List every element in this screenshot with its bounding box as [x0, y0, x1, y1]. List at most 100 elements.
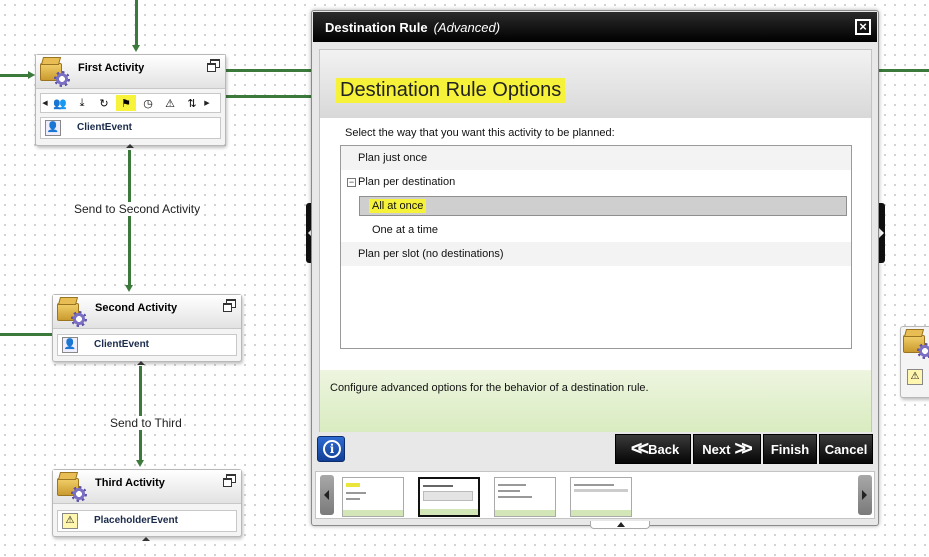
user-group-icon[interactable]: 👥 — [50, 95, 70, 111]
escalation-icon[interactable]: ⇅ — [182, 95, 202, 111]
chevron-right-icon: >> — [734, 438, 752, 460]
wizard-nav-bar: i << Back Next >> Finish Cancel — [315, 432, 875, 466]
finish-button[interactable]: Finish — [763, 434, 817, 464]
restore-icon[interactable] — [223, 299, 236, 312]
connector-arrow — [28, 71, 35, 79]
description-panel: Configure advanced options for the behav… — [320, 370, 871, 432]
activity-title: First Activity — [78, 62, 145, 74]
client-event-icon: 👤 — [45, 120, 61, 136]
connector-left-second — [0, 333, 52, 336]
dialog-title: Destination Rule (Advanced) — [325, 20, 500, 35]
event-row[interactable]: ⚠ PlaceholderEvent — [57, 510, 237, 532]
page-thumbnail-strip — [315, 471, 875, 519]
package-gear-icon — [57, 297, 87, 327]
toolbar-scroll-right-icon[interactable]: ▶ — [203, 99, 211, 107]
client-event-icon: 👤 — [62, 337, 78, 353]
info-button[interactable]: i — [317, 436, 345, 462]
connector-first-right — [226, 69, 312, 72]
event-label: PlaceholderEvent — [94, 515, 178, 526]
page-heading: Destination Rule Options — [336, 78, 566, 103]
activity-card-second[interactable]: Second Activity 👤 ClientEvent — [52, 294, 242, 362]
dialog-header-band: Destination Rule Options — [320, 50, 871, 118]
page-thumbnail-4[interactable] — [570, 477, 632, 517]
tree-item-label: Plan just once — [358, 152, 428, 164]
destination-rule-dialog: Destination Rule (Advanced) × Destination… — [311, 10, 879, 529]
event-row[interactable]: 👤 ClientEvent — [40, 117, 221, 139]
finish-label: Finish — [770, 441, 810, 457]
chevron-up-icon — [617, 522, 625, 527]
tree-item-one-at-a-time[interactable]: One at a time — [341, 218, 851, 242]
dialog-titlebar[interactable]: Destination Rule (Advanced) × — [313, 12, 877, 42]
download-icon[interactable]: ⤓ — [72, 95, 92, 111]
package-gear-icon — [903, 329, 929, 359]
connector-second-third — [139, 366, 142, 462]
tree-item-label: One at a time — [372, 224, 439, 236]
thumbnail-scroll-right-icon[interactable] — [858, 475, 872, 515]
expand-up-icon[interactable] — [137, 361, 145, 365]
tree-item-plan-once[interactable]: Plan just once — [341, 146, 851, 170]
cancel-button[interactable]: Cancel — [819, 434, 873, 464]
warning-icon[interactable]: ⚠ — [160, 95, 180, 111]
activity-card-header: Third Activity — [53, 470, 241, 504]
package-gear-icon — [40, 57, 70, 87]
activity-card-partial[interactable]: ⚠ — [900, 326, 929, 398]
activity-card-header: Second Activity — [53, 295, 241, 329]
connector-top-in — [135, 0, 138, 48]
placeholder-event-icon: ⚠ — [907, 369, 923, 385]
collapse-thumbnails-tab[interactable] — [590, 521, 650, 529]
connector-dialog-right — [879, 69, 929, 72]
connector-label-second: Send to Second Activity — [72, 202, 203, 216]
event-label: ClientEvent — [77, 122, 133, 133]
next-label: Next — [702, 441, 731, 457]
package-gear-icon — [57, 472, 87, 502]
dialog-title-subtitle: (Advanced) — [433, 20, 501, 35]
page-thumbnail-3[interactable] — [494, 477, 556, 517]
destination-rule-icon[interactable]: ⚑ — [116, 95, 136, 111]
activity-card-first[interactable]: First Activity ◀ 👥 ⤓ ↻ ⚑ ◷ ⚠ ⇅ ▶ 👤 Clien… — [35, 54, 226, 146]
connector-arrow — [132, 45, 140, 52]
thumbnail-scroll-left-icon[interactable] — [320, 475, 334, 515]
activity-card-third[interactable]: Third Activity ⚠ PlaceholderEvent — [52, 469, 242, 537]
collapse-icon[interactable]: − — [347, 178, 356, 187]
dialog-body: Destination Rule Options Select the way … — [319, 49, 872, 433]
activity-card-header: First Activity — [36, 55, 225, 89]
instruction-text: Select the way that you want this activi… — [345, 127, 615, 139]
activity-toolbar: ◀ 👥 ⤓ ↻ ⚑ ◷ ⚠ ⇅ ▶ — [40, 93, 221, 113]
back-label: Back — [648, 441, 680, 457]
connector-arrow — [125, 285, 133, 292]
tree-item-label: All at once — [369, 199, 427, 213]
wizard-buttons: << Back Next >> Finish Cancel — [615, 434, 873, 464]
description-text: Configure advanced options for the behav… — [330, 382, 649, 394]
placeholder-event-icon: ⚠ — [62, 513, 78, 529]
page-thumbnail-2[interactable] — [418, 477, 480, 517]
page-thumbnail-1[interactable] — [342, 477, 404, 517]
selected-row-highlight — [359, 196, 847, 216]
dialog-title-text: Destination Rule — [325, 20, 428, 35]
connector-first-second — [128, 150, 131, 288]
next-button[interactable]: Next >> — [693, 434, 761, 464]
refresh-icon[interactable]: ↻ — [94, 95, 114, 111]
connector-arrow — [136, 460, 144, 467]
tree-item-plan-per-slot[interactable]: Plan per slot (no destinations) — [341, 242, 851, 266]
activity-title: Second Activity — [95, 302, 178, 314]
event-label: ClientEvent — [94, 339, 150, 350]
connector-first-right-2 — [226, 95, 312, 98]
restore-icon[interactable] — [207, 59, 220, 72]
back-button[interactable]: << Back — [615, 434, 691, 464]
toolbar-scroll-left-icon[interactable]: ◀ — [41, 99, 49, 107]
tree-item-label: Plan per destination — [358, 176, 456, 188]
planning-options-tree: Plan just once − Plan per destination Al… — [340, 145, 852, 349]
tree-item-plan-per-destination[interactable]: − Plan per destination — [341, 170, 851, 194]
chevron-left-icon: << — [630, 438, 649, 460]
tree-item-all-at-once[interactable]: All at once — [341, 194, 851, 218]
connector-label-third: Send to Third — [108, 416, 184, 430]
expand-up-icon[interactable] — [142, 537, 150, 541]
connector-left-first — [0, 74, 30, 77]
clock-icon[interactable]: ◷ — [138, 95, 158, 111]
selected-option-text: All at once — [369, 199, 427, 213]
close-icon[interactable]: × — [855, 19, 871, 35]
event-row[interactable]: 👤 ClientEvent — [57, 334, 237, 356]
tree-item-label: Plan per slot (no destinations) — [358, 248, 504, 260]
expand-up-icon[interactable] — [126, 144, 134, 148]
restore-icon[interactable] — [223, 474, 236, 487]
